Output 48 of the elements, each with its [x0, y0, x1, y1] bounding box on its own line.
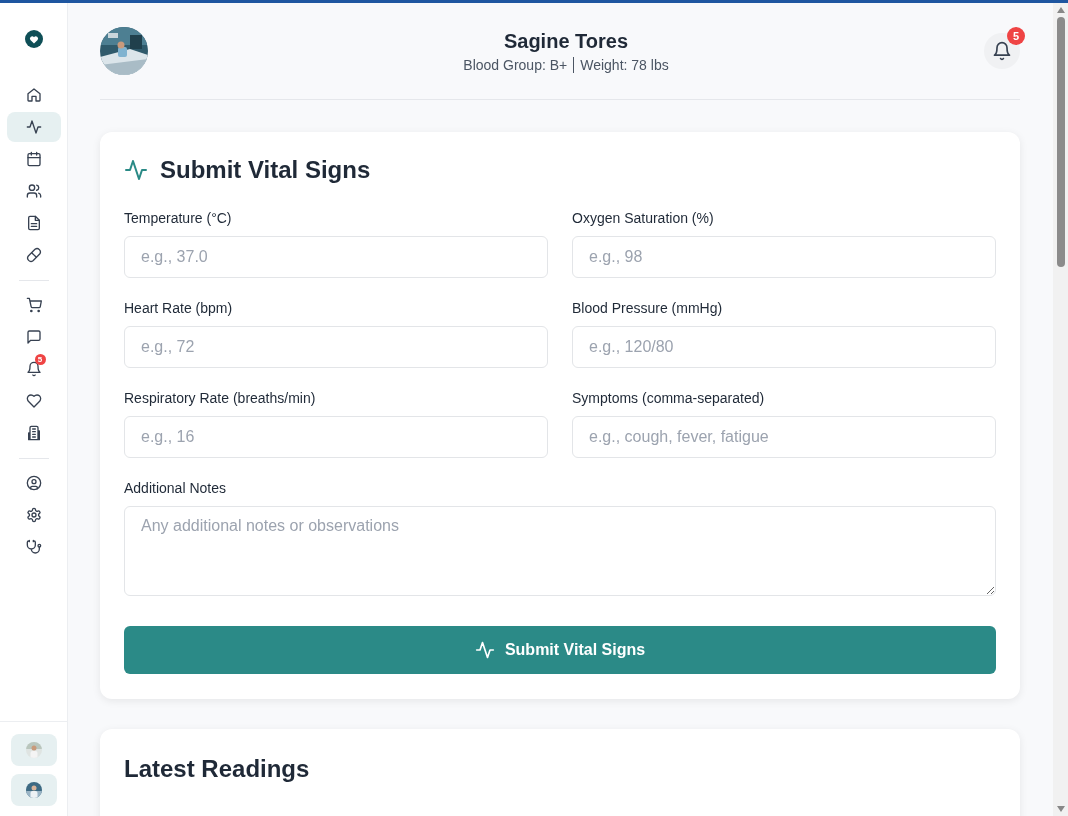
field-label: Temperature (°C) — [124, 210, 233, 226]
user-circle-icon — [25, 475, 42, 491]
field-label: Symptoms (comma-separated) — [572, 390, 766, 406]
nav-item[interactable] — [6, 112, 61, 142]
patient-name: Sagine Tores — [502, 29, 630, 53]
field-label: Heart Rate (bpm) — [124, 300, 234, 316]
building-icon — [25, 425, 42, 441]
section-title: Latest Readings — [124, 755, 311, 783]
field-label: Respiratory Rate (breaths/min) — [124, 390, 317, 406]
home-icon — [25, 87, 42, 103]
pill-icon — [25, 247, 42, 263]
notification-badge: 5 — [1007, 27, 1025, 45]
field-label: Blood Pressure (mmHg) — [572, 300, 724, 316]
scroll-down-icon[interactable] — [1056, 806, 1065, 812]
cart-icon — [25, 297, 42, 313]
field-label: Additional Notes — [124, 480, 227, 496]
submit-button[interactable]: Submit Vital Signs — [124, 626, 996, 674]
avatar-button[interactable] — [10, 774, 57, 806]
bell-icon — [25, 361, 42, 377]
heart-icon — [25, 393, 42, 409]
form-title: Submit Vital Signs — [160, 156, 371, 184]
weight: Weight: 78 lbs — [580, 56, 669, 73]
field-label: Oxygen Saturation (%) — [572, 210, 715, 226]
blood-group: Blood Group: B+ — [463, 56, 568, 73]
notifications-button[interactable] — [984, 33, 1020, 69]
input-field[interactable]: e.g., 16 — [124, 416, 548, 458]
chat-icon — [25, 329, 42, 345]
notes-field[interactable]: Any additional notes or observations — [124, 506, 996, 596]
calendar-icon — [25, 151, 42, 167]
pulse-icon — [124, 158, 148, 182]
input-field[interactable]: e.g., cough, fever, fatigue — [572, 416, 996, 458]
settings-icon — [25, 507, 42, 523]
input-field[interactable]: e.g., 120/80 — [572, 326, 996, 368]
scrollbar-thumb[interactable] — [1056, 17, 1065, 267]
pulse-icon — [474, 640, 495, 660]
scroll-up-icon[interactable] — [1056, 7, 1065, 13]
logo-icon — [24, 30, 43, 48]
input-field[interactable]: e.g., 72 — [124, 326, 548, 368]
pulse-icon — [25, 119, 42, 135]
bell-icon — [992, 41, 1012, 61]
users-icon — [25, 183, 42, 199]
nav-item[interactable]: 5 — [6, 354, 61, 384]
input-field[interactable]: e.g., 98 — [572, 236, 996, 278]
document-icon — [25, 215, 42, 231]
input-field[interactable]: e.g., 37.0 — [124, 236, 548, 278]
stethoscope-icon — [25, 539, 42, 555]
notification-badge: 5 — [34, 354, 46, 365]
scrollbar[interactable] — [1053, 3, 1068, 816]
